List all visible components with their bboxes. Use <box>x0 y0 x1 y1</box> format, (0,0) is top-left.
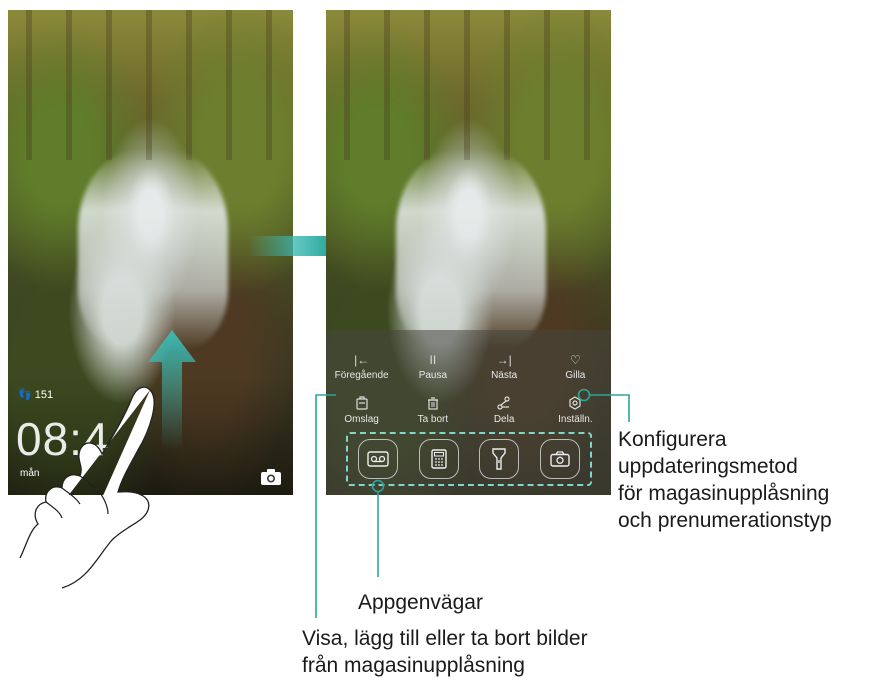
settings-callout: Konfigurera uppdateringsmetod för magasi… <box>618 426 832 534</box>
recorder-icon <box>367 451 389 467</box>
cover-label: Omslag <box>344 414 379 425</box>
trash-icon <box>397 396 468 412</box>
previous-icon: |← <box>354 353 370 367</box>
cover-button[interactable]: Omslag <box>326 396 397 425</box>
previous-button[interactable]: |← Föregående <box>326 352 397 381</box>
camera-icon[interactable] <box>260 468 282 486</box>
calculator-icon <box>431 449 447 469</box>
waterfall-image <box>78 150 228 350</box>
camera-icon <box>550 451 570 467</box>
forest-background <box>8 10 293 160</box>
next-icon: →| <box>496 353 512 367</box>
calculator-shortcut[interactable] <box>418 439 459 479</box>
previous-label: Föregående <box>334 370 389 381</box>
share-label: Dela <box>493 414 515 425</box>
waterfall-image <box>396 150 546 350</box>
camera-shortcut[interactable] <box>539 439 580 479</box>
settings-callout-line3: för magasinupplåsning <box>618 482 830 505</box>
share-icon <box>469 396 540 412</box>
lock-screen-right: |← Föregående II Pausa →| Nästa ♡ Gilla … <box>326 10 611 495</box>
pause-button[interactable]: II Pausa <box>397 352 468 381</box>
shortcuts-callout: Appgenvägar <box>358 591 483 614</box>
cover-callout: Visa, lägg till eller ta bort bilder frå… <box>302 625 588 679</box>
settings-callout-line2: uppdateringsmetod <box>618 455 798 478</box>
swipe-hand-illustration <box>19 386 155 589</box>
playback-controls: |← Föregående II Pausa →| Nästa ♡ Gilla <box>326 352 611 381</box>
settings-label: Inställn. <box>558 414 593 425</box>
pause-icon: II <box>429 353 437 367</box>
flashlight-icon <box>492 448 506 470</box>
pause-label: Pausa <box>418 370 448 381</box>
delete-button[interactable]: Ta bort <box>397 396 468 425</box>
cover-icon <box>326 396 397 412</box>
next-button[interactable]: →| Nästa <box>469 352 540 381</box>
settings-callout-line4: och prenumerationstyp <box>618 509 832 532</box>
magazine-unlock-panel: |← Föregående II Pausa →| Nästa ♡ Gilla … <box>326 330 611 495</box>
settings-icon <box>540 396 611 412</box>
settings-button[interactable]: Inställn. <box>540 396 611 425</box>
recorder-shortcut[interactable] <box>358 439 399 479</box>
delete-label: Ta bort <box>417 414 449 425</box>
magazine-actions: Omslag Ta bort Dela Inställn. <box>326 396 611 425</box>
forest-background <box>326 10 611 160</box>
share-button[interactable]: Dela <box>469 396 540 425</box>
flashlight-shortcut[interactable] <box>479 439 520 479</box>
like-button[interactable]: ♡ Gilla <box>540 352 611 381</box>
heart-icon: ♡ <box>569 353 581 367</box>
settings-callout-line1: Konfigurera <box>618 428 727 451</box>
next-label: Nästa <box>491 370 518 381</box>
cover-callout-line1: Visa, lägg till eller ta bort bilder <box>302 627 588 650</box>
cover-callout-line2: från magasinupplåsning <box>302 654 525 677</box>
like-label: Gilla <box>565 370 586 381</box>
app-shortcuts <box>346 432 592 486</box>
